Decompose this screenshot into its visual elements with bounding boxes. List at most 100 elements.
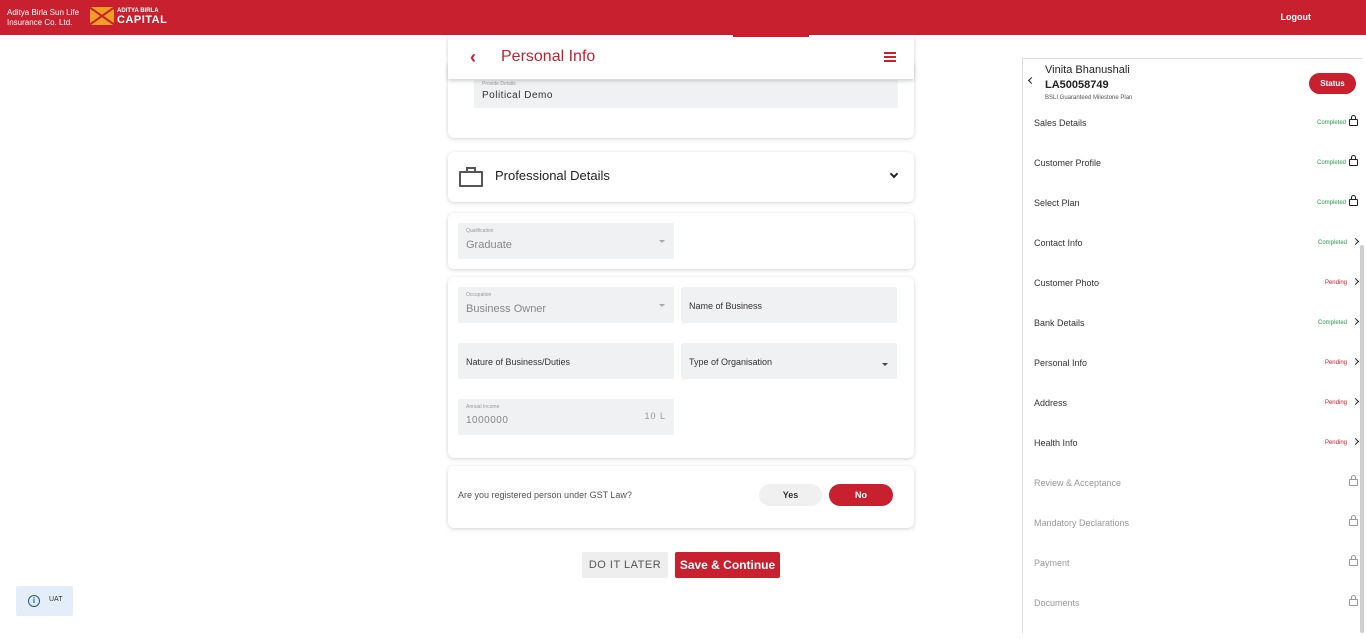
plan-name: BSLI Guaranteed Milestone Plan bbox=[1045, 95, 1133, 101]
sidebar-scrollbar[interactable] bbox=[1360, 245, 1364, 633]
name-of-business-placeholder: Name of Business bbox=[689, 301, 763, 311]
sidebar-item-label: Bank Details bbox=[1034, 318, 1085, 328]
sidebar-item-personal-info[interactable]: Personal Info Pending bbox=[1023, 357, 1363, 398]
gst-question: Are you registered person under GST Law? bbox=[458, 490, 632, 500]
gst-no-button[interactable]: No bbox=[829, 484, 893, 506]
logout-link[interactable]: Logout bbox=[1281, 12, 1312, 22]
sidebar-item-customer-profile[interactable]: Customer Profile Completed bbox=[1023, 155, 1363, 198]
occupation-label: Occupation bbox=[466, 292, 492, 298]
sidebar-item-label: Customer Photo bbox=[1034, 278, 1100, 288]
qualification-label: Qualification bbox=[466, 228, 494, 234]
annual-income-label: Annual Income bbox=[466, 404, 500, 410]
chevron-right-icon[interactable] bbox=[1351, 437, 1360, 446]
dropdown-caret-icon bbox=[882, 363, 888, 366]
chevron-right-icon[interactable] bbox=[1351, 357, 1360, 366]
gst-yes-button[interactable]: Yes bbox=[759, 484, 822, 506]
occupation-select[interactable]: Occupation Business Owner bbox=[458, 287, 674, 323]
sidebar-item-bank-details[interactable]: Bank Details Completed bbox=[1023, 317, 1363, 358]
status-button[interactable]: Status bbox=[1309, 73, 1356, 94]
back-arrow-icon[interactable]: ‹ bbox=[470, 47, 476, 68]
hamburger-menu-icon[interactable] bbox=[884, 52, 896, 64]
collapse-sidebar-icon[interactable] bbox=[1027, 76, 1036, 85]
sidebar-item-status: Pending bbox=[1324, 400, 1347, 406]
brand-line-2: Insurance Co. Ltd. bbox=[7, 18, 73, 27]
save-continue-button[interactable]: Save & Continue bbox=[675, 552, 780, 578]
sidebar-item-review-acceptance: Review & Acceptance bbox=[1023, 475, 1363, 518]
logo-mark-icon bbox=[90, 7, 114, 25]
qualification-select[interactable]: Qualification Graduate bbox=[458, 223, 674, 259]
chevron-right-icon[interactable] bbox=[1351, 237, 1360, 246]
sidebar-item-label: Documents bbox=[1034, 598, 1080, 608]
dropdown-caret-icon bbox=[659, 240, 665, 243]
sidebar-item-payment: Payment bbox=[1023, 555, 1363, 598]
lock-icon bbox=[1349, 115, 1358, 126]
section-title: Professional Details bbox=[495, 168, 610, 183]
personal-info-header: ‹ Personal Info bbox=[448, 35, 914, 79]
dropdown-caret-icon bbox=[659, 304, 665, 307]
qualification-card: Qualification Graduate bbox=[448, 213, 914, 269]
chevron-right-icon[interactable] bbox=[1351, 317, 1360, 326]
nature-of-business-input[interactable]: Nature of Business/Duties bbox=[458, 343, 674, 379]
do-it-later-button[interactable]: DO IT LATER bbox=[582, 552, 668, 578]
page-title: Personal Info bbox=[501, 48, 596, 65]
professional-details-section[interactable]: Professional Details bbox=[448, 152, 914, 202]
name-of-business-input[interactable]: Name of Business bbox=[681, 287, 897, 323]
sidebar-item-label: Payment bbox=[1034, 558, 1070, 568]
sidebar-item-mandatory-declarations: Mandatory Declarations bbox=[1023, 515, 1363, 558]
annual-income-field: Annual Income 1000000 10 L bbox=[458, 399, 674, 435]
chevron-right-icon[interactable] bbox=[1351, 397, 1360, 406]
abslic-logo: Aditya Birla Sun Life Insurance Co. Ltd. bbox=[7, 8, 87, 28]
brand-line-1: Aditya Birla Sun Life bbox=[7, 8, 80, 17]
sidebar-item-status: Completed bbox=[1317, 240, 1347, 246]
nature-of-business-placeholder: Nature of Business/Duties bbox=[466, 357, 571, 367]
uat-label: UAT bbox=[49, 596, 63, 603]
occupation-value: Business Owner bbox=[466, 303, 547, 315]
sidebar-item-contact-info[interactable]: Contact Info Completed bbox=[1023, 237, 1363, 278]
provide-details-value: Political Demo bbox=[482, 90, 553, 101]
occupation-card: Occupation Business Owner Name of Busine… bbox=[448, 277, 914, 458]
aditya-birla-capital-logo: ADITYA BIRLA CAPITAL bbox=[90, 7, 168, 26]
sidebar-item-select-plan[interactable]: Select Plan Completed bbox=[1023, 195, 1363, 238]
top-bar: Aditya Birla Sun Life Insurance Co. Ltd.… bbox=[0, 0, 1366, 35]
application-number: LA50058749 bbox=[1045, 79, 1109, 91]
uat-badge[interactable]: i UAT bbox=[16, 586, 73, 616]
lock-icon bbox=[1349, 515, 1358, 526]
sidebar-item-health-info[interactable]: Health Info Pending bbox=[1023, 437, 1363, 478]
chevron-down-icon[interactable] bbox=[889, 169, 899, 179]
type-of-organisation-placeholder: Type of Organisation bbox=[689, 357, 773, 367]
sidebar-item-label: Customer Profile bbox=[1034, 158, 1102, 168]
lock-icon bbox=[1349, 595, 1358, 606]
sidebar-item-status: Pending bbox=[1324, 280, 1347, 286]
type-of-organisation-select[interactable]: Type of Organisation bbox=[681, 343, 897, 379]
sidebar-item-status: Completed bbox=[1316, 160, 1346, 166]
customer-name: Vinita Bhanushali bbox=[1045, 64, 1130, 76]
sidebar-item-status: Completed bbox=[1316, 120, 1346, 126]
lock-icon bbox=[1349, 155, 1358, 166]
sidebar-item-label: Contact Info bbox=[1034, 238, 1083, 248]
sidebar-item-documents: Documents bbox=[1023, 595, 1363, 638]
progress-strip bbox=[733, 35, 809, 37]
briefcase-icon bbox=[459, 167, 483, 187]
sidebar-item-status: Pending bbox=[1324, 360, 1347, 366]
sidebar-item-address[interactable]: Address Pending bbox=[1023, 397, 1363, 438]
sidebar-item-label: Address bbox=[1034, 398, 1068, 408]
chevron-right-icon[interactable] bbox=[1351, 277, 1360, 286]
capital-big-text: CAPITAL bbox=[117, 14, 168, 26]
provide-details-field[interactable]: Provide Details Political Demo bbox=[474, 80, 898, 108]
sidebar-item-label: Mandatory Declarations bbox=[1034, 518, 1130, 528]
annual-income-suffix: 10 L bbox=[644, 411, 666, 421]
sidebar-item-label: Personal Info bbox=[1034, 358, 1088, 368]
lock-icon bbox=[1349, 195, 1358, 206]
sidebar-item-label: Health Info bbox=[1034, 438, 1078, 448]
annual-income-value: 1000000 bbox=[466, 415, 509, 426]
sidebar-item-customer-photo[interactable]: Customer Photo Pending bbox=[1023, 277, 1363, 318]
sidebar-item-status: Pending bbox=[1324, 440, 1347, 446]
lock-icon bbox=[1349, 475, 1358, 486]
lock-icon bbox=[1349, 555, 1358, 566]
sidebar-item-label: Review & Acceptance bbox=[1034, 478, 1122, 488]
sidebar-item-sales-details[interactable]: Sales Details Completed bbox=[1023, 115, 1363, 158]
provide-details-label: Provide Details bbox=[482, 81, 516, 87]
info-icon: i bbox=[28, 595, 40, 607]
sidebar-item-label: Sales Details bbox=[1034, 118, 1087, 128]
application-sidebar: Vinita Bhanushali LA50058749 BSLI Guaran… bbox=[1022, 58, 1362, 633]
